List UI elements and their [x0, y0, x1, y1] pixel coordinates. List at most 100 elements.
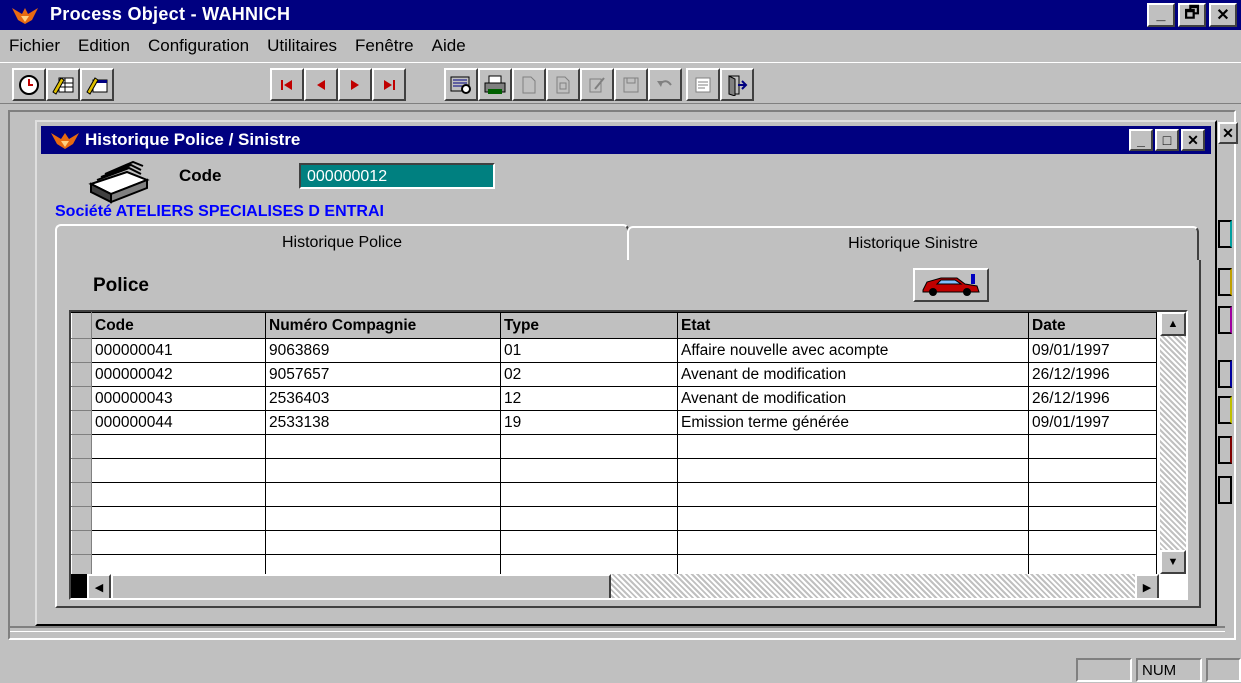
menu-fichier[interactable]: Fichier	[0, 36, 69, 56]
cell-code[interactable]: 000000043	[91, 386, 266, 411]
restore-button[interactable]: 🗗	[1178, 3, 1206, 27]
app-title-bar[interactable]: Process Object - WAHNICH _ 🗗 ✕	[0, 0, 1241, 30]
row-selector[interactable]	[71, 530, 92, 555]
empty-cell[interactable]	[677, 434, 1029, 459]
empty-table-row[interactable]	[71, 458, 1157, 483]
empty-cell[interactable]	[500, 530, 678, 555]
empty-cell[interactable]	[677, 482, 1029, 507]
empty-cell[interactable]	[91, 482, 266, 507]
empty-table-row[interactable]	[71, 530, 1157, 555]
code-field[interactable]: 000000012	[299, 163, 495, 189]
first-record-icon[interactable]	[270, 68, 304, 101]
empty-cell[interactable]	[500, 458, 678, 483]
vertical-scroll-track[interactable]	[1160, 336, 1186, 550]
edit-document-icon[interactable]	[580, 68, 614, 101]
cell-type[interactable]: 01	[500, 338, 678, 363]
menu-edition[interactable]: Edition	[69, 36, 139, 56]
child-minimize-button[interactable]: _	[1129, 129, 1153, 151]
empty-cell[interactable]	[91, 458, 266, 483]
cell-date[interactable]: 09/01/1997	[1028, 410, 1157, 435]
background-button-4[interactable]	[1218, 360, 1232, 388]
cell-numero-compagnie[interactable]: 9057657	[265, 362, 501, 387]
child-maximize-button[interactable]: □	[1155, 129, 1179, 151]
empty-cell[interactable]	[265, 458, 501, 483]
table-row[interactable]: 000000041 9063869 01 Affaire nouvelle av…	[71, 338, 1157, 363]
background-button-5[interactable]	[1218, 396, 1232, 424]
historique-title-bar[interactable]: Historique Police / Sinistre _ □ ✕	[41, 126, 1211, 154]
row-selector[interactable]	[71, 458, 92, 483]
cell-date[interactable]: 09/01/1997	[1028, 338, 1157, 363]
edit-table-icon[interactable]	[46, 68, 80, 101]
cell-code[interactable]: 000000044	[91, 410, 266, 435]
row-selector[interactable]	[71, 410, 92, 435]
column-header-numero-compagnie[interactable]: Numéro Compagnie	[265, 312, 501, 339]
print-icon[interactable]	[478, 68, 512, 101]
empty-cell[interactable]	[677, 458, 1029, 483]
cell-code[interactable]: 000000042	[91, 362, 266, 387]
minimize-button[interactable]: _	[1147, 3, 1175, 27]
next-record-icon[interactable]	[338, 68, 372, 101]
scroll-right-icon[interactable]: ▶	[1135, 574, 1159, 598]
empty-cell[interactable]	[265, 482, 501, 507]
cell-etat[interactable]: Avenant de modification	[677, 386, 1029, 411]
empty-cell[interactable]	[677, 530, 1029, 555]
vertical-scrollbar[interactable]: ▲ ▼	[1160, 312, 1186, 574]
empty-cell[interactable]	[500, 482, 678, 507]
menu-utilitaires[interactable]: Utilitaires	[258, 36, 346, 56]
menu-fenetre[interactable]: Fenêtre	[346, 36, 423, 56]
search-icon[interactable]	[444, 68, 478, 101]
empty-table-row[interactable]	[71, 506, 1157, 531]
row-selector[interactable]	[71, 434, 92, 459]
cell-numero-compagnie[interactable]: 9063869	[265, 338, 501, 363]
previous-record-icon[interactable]	[304, 68, 338, 101]
scroll-left-icon[interactable]: ◀	[87, 574, 111, 598]
cell-numero-compagnie[interactable]: 2533138	[265, 410, 501, 435]
clock-icon[interactable]	[12, 68, 46, 101]
cell-etat[interactable]: Affaire nouvelle avec acompte	[677, 338, 1029, 363]
empty-cell[interactable]	[91, 506, 266, 531]
cell-etat[interactable]: Emission terme générée	[677, 410, 1029, 435]
background-button-6[interactable]	[1218, 436, 1232, 464]
background-button-3[interactable]	[1218, 306, 1232, 334]
cell-type[interactable]: 02	[500, 362, 678, 387]
scroll-down-icon[interactable]: ▼	[1160, 550, 1186, 574]
menu-configuration[interactable]: Configuration	[139, 36, 258, 56]
empty-cell[interactable]	[500, 506, 678, 531]
cell-code[interactable]: 000000041	[91, 338, 266, 363]
menu-aide[interactable]: Aide	[423, 36, 475, 56]
empty-cell[interactable]	[91, 530, 266, 555]
cell-etat[interactable]: Avenant de modification	[677, 362, 1029, 387]
empty-table-row[interactable]	[71, 482, 1157, 507]
tab-historique-police[interactable]: Historique Police	[55, 224, 629, 260]
empty-cell[interactable]	[91, 434, 266, 459]
close-button[interactable]: ✕	[1209, 3, 1237, 27]
cell-type[interactable]: 19	[500, 410, 678, 435]
background-button-7[interactable]	[1218, 476, 1232, 504]
row-selector[interactable]	[71, 506, 92, 531]
empty-cell[interactable]	[1028, 482, 1157, 507]
table-row[interactable]: 000000043 2536403 12 Avenant de modifica…	[71, 386, 1157, 411]
undo-icon[interactable]	[648, 68, 682, 101]
column-header-etat[interactable]: Etat	[677, 312, 1029, 339]
save-icon[interactable]	[614, 68, 648, 101]
horizontal-scroll-thumb[interactable]	[111, 574, 611, 598]
empty-cell[interactable]	[1028, 506, 1157, 531]
background-button-2[interactable]	[1218, 268, 1232, 296]
car-claim-button[interactable]	[913, 268, 989, 302]
properties-icon[interactable]	[686, 68, 720, 101]
empty-cell[interactable]	[1028, 434, 1157, 459]
empty-cell[interactable]	[265, 434, 501, 459]
tab-historique-sinistre[interactable]: Historique Sinistre	[627, 226, 1199, 260]
cell-numero-compagnie[interactable]: 2536403	[265, 386, 501, 411]
row-selector[interactable]	[71, 482, 92, 507]
empty-cell[interactable]	[265, 530, 501, 555]
last-record-icon[interactable]	[372, 68, 406, 101]
empty-cell[interactable]	[677, 506, 1029, 531]
exit-icon[interactable]	[720, 68, 754, 101]
empty-table-row[interactable]	[71, 434, 1157, 459]
background-close-icon[interactable]: ✕	[1218, 122, 1238, 144]
column-header-code[interactable]: Code	[91, 312, 266, 339]
new-document-icon[interactable]	[512, 68, 546, 101]
table-row[interactable]: 000000044 2533138 19 Emission terme géné…	[71, 410, 1157, 435]
background-button-1[interactable]	[1218, 220, 1232, 248]
